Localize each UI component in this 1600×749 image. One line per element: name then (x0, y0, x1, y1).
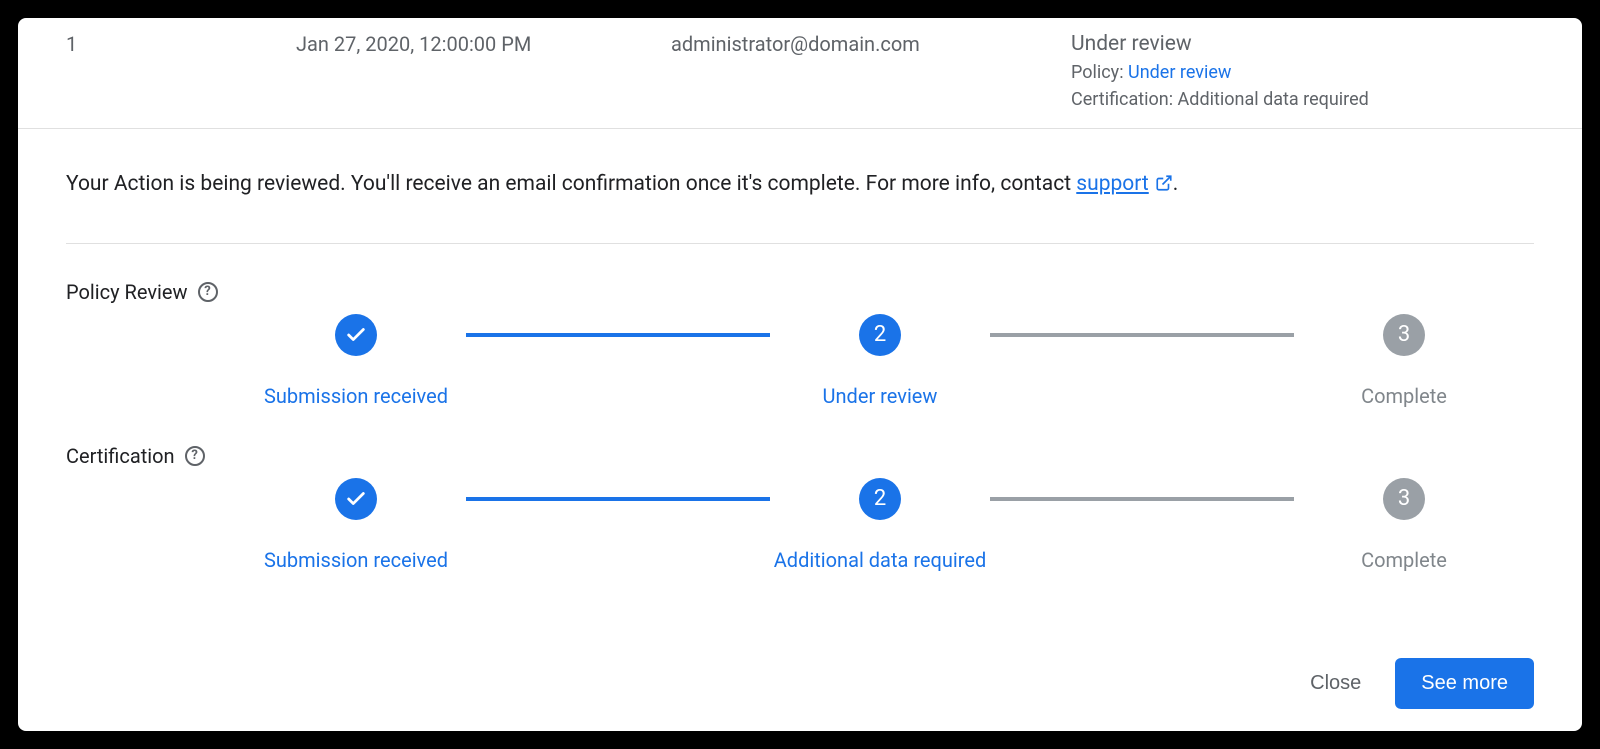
policy-review-stepper: Submission received 2 Under review 3 Com… (246, 314, 1514, 408)
policy-step-2-label: Under review (823, 384, 938, 408)
row-date: Jan 27, 2020, 12:00:00 PM (296, 32, 671, 56)
policy-status-link[interactable]: Under review (1128, 62, 1231, 83)
see-more-button[interactable]: See more (1395, 658, 1534, 709)
review-panel: 1 Jan 27, 2020, 12:00:00 PM administrato… (18, 18, 1582, 731)
help-icon[interactable]: ? (185, 446, 205, 466)
support-link[interactable]: support (1076, 172, 1172, 196)
row-index: 1 (66, 32, 296, 56)
step-2-node: 2 (859, 478, 901, 520)
certification-heading: Certification ? (66, 444, 1534, 468)
check-icon (335, 478, 377, 520)
policy-review-heading: Policy Review ? (66, 280, 1534, 304)
help-icon[interactable]: ? (198, 282, 218, 302)
external-link-icon (1155, 171, 1173, 203)
message-text-before: Your Action is being reviewed. You'll re… (66, 172, 1076, 196)
policy-label: Policy: (1071, 62, 1128, 83)
step-3-node: 3 (1383, 478, 1425, 520)
submission-row[interactable]: 1 Jan 27, 2020, 12:00:00 PM administrato… (18, 18, 1582, 129)
certification-stepper: Submission received 2 Additional data re… (246, 478, 1514, 572)
status-cert-line: Certification: Additional data required (1071, 89, 1534, 110)
dialog-actions: Close See more (1306, 658, 1534, 709)
cert-step-2-label: Additional data required (774, 548, 987, 572)
message-text-after: . (1173, 172, 1179, 196)
status-policy-line: Policy: Under review (1071, 62, 1534, 83)
policy-step-3: 3 Complete (1294, 314, 1514, 408)
cert-step-1-label: Submission received (264, 548, 448, 572)
row-email: administrator@domain.com (671, 32, 1071, 56)
step-2-node: 2 (859, 314, 901, 356)
policy-step-2: 2 Under review (770, 314, 990, 408)
close-button[interactable]: Close (1306, 664, 1365, 703)
cert-step-2: 2 Additional data required (770, 478, 990, 572)
certification-title: Certification (66, 444, 175, 468)
cert-step-1: Submission received (246, 478, 466, 572)
policy-step-1-label: Submission received (264, 384, 448, 408)
connector (990, 333, 1294, 337)
policy-step-1: Submission received (246, 314, 466, 408)
row-status: Under review Policy: Under review Certif… (1071, 32, 1534, 110)
connector (466, 497, 770, 501)
cert-step-3-label: Complete (1361, 548, 1447, 572)
step-3-node: 3 (1383, 314, 1425, 356)
policy-step-3-label: Complete (1361, 384, 1447, 408)
connector (466, 333, 770, 337)
review-message: Your Action is being reviewed. You'll re… (66, 169, 1534, 244)
policy-review-title: Policy Review (66, 280, 188, 304)
check-icon (335, 314, 377, 356)
cert-step-3: 3 Complete (1294, 478, 1514, 572)
connector (990, 497, 1294, 501)
status-title: Under review (1071, 32, 1534, 56)
